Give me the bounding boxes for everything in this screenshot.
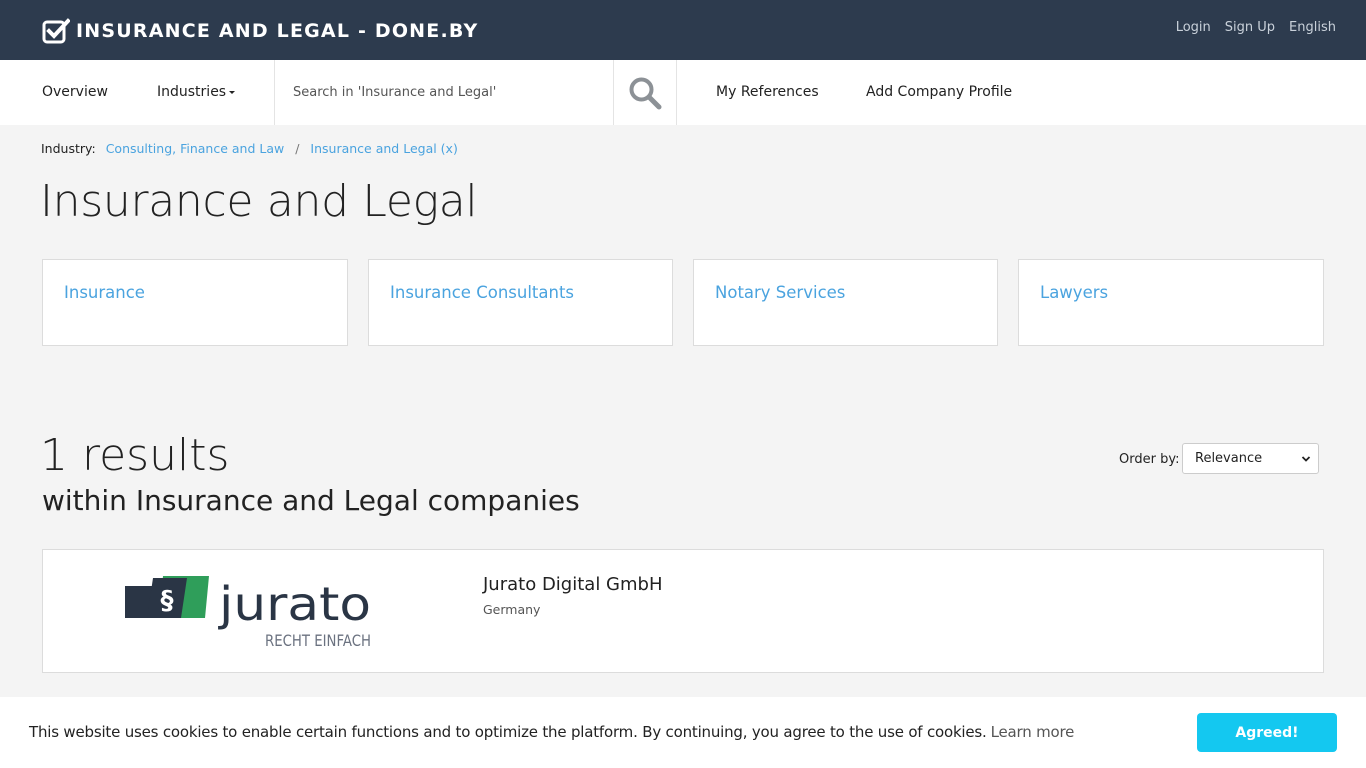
signup-link[interactable]: Sign Up bbox=[1225, 20, 1275, 35]
category-card-insurance[interactable]: Insurance bbox=[42, 259, 348, 346]
nav-industries-label: Industries bbox=[157, 84, 227, 100]
category-link[interactable]: Lawyers bbox=[1040, 283, 1108, 302]
results-count: 1 results bbox=[40, 430, 230, 481]
order-by-value: Relevance bbox=[1195, 451, 1263, 466]
cookie-banner: This website uses cookies to enable cert… bbox=[0, 697, 1366, 768]
cookie-learn-more-link[interactable]: Learn more bbox=[991, 723, 1075, 741]
language-link[interactable]: English bbox=[1289, 20, 1336, 35]
category-card-notary-services[interactable]: Notary Services bbox=[693, 259, 998, 346]
company-country: Germany bbox=[483, 602, 541, 617]
order-by-select[interactable]: Relevance bbox=[1182, 443, 1319, 474]
cookie-message: This website uses cookies to enable cert… bbox=[29, 723, 1074, 741]
nav-industries-dropdown[interactable]: Industries bbox=[157, 84, 236, 100]
category-card-insurance-consultants[interactable]: Insurance Consultants bbox=[368, 259, 673, 346]
category-card-lawyers[interactable]: Lawyers bbox=[1018, 259, 1324, 346]
page-title: Insurance and Legal bbox=[40, 176, 478, 227]
category-link[interactable]: Insurance bbox=[64, 283, 145, 302]
company-logo: § jurato RECHT EINFACH bbox=[125, 576, 371, 650]
search-container bbox=[274, 60, 614, 125]
breadcrumb: Industry: Consulting, Finance and Law / … bbox=[41, 141, 458, 156]
order-by-label: Order by: bbox=[1119, 452, 1180, 467]
breadcrumb-label: Industry: bbox=[41, 141, 96, 156]
brand-title: INSURANCE AND LEGAL - DONE.BY bbox=[76, 20, 479, 42]
nav-my-references[interactable]: My References bbox=[716, 84, 819, 100]
nav-add-company-profile[interactable]: Add Company Profile bbox=[866, 84, 1012, 100]
login-link[interactable]: Login bbox=[1176, 20, 1211, 35]
breadcrumb-item[interactable]: Insurance and Legal (x) bbox=[310, 141, 457, 156]
cookie-agree-button[interactable]: Agreed! bbox=[1197, 713, 1337, 752]
chevron-down-icon bbox=[1301, 456, 1311, 462]
company-name[interactable]: Jurato Digital GmbH bbox=[483, 574, 662, 595]
breadcrumb-item[interactable]: Consulting, Finance and Law bbox=[106, 141, 285, 156]
search-icon bbox=[629, 77, 662, 109]
brand[interactable]: INSURANCE AND LEGAL - DONE.BY bbox=[42, 18, 478, 44]
search-input[interactable] bbox=[275, 60, 613, 125]
cookie-text: This website uses cookies to enable cert… bbox=[29, 723, 987, 741]
logo-wordmark: jurato bbox=[218, 577, 371, 631]
top-bar: INSURANCE AND LEGAL - DONE.BY Login Sign… bbox=[0, 0, 1366, 60]
search-button[interactable] bbox=[614, 60, 677, 125]
checkbox-logo-icon bbox=[42, 18, 70, 44]
account-links: Login Sign Up English bbox=[1176, 20, 1336, 35]
logo-tagline: RECHT EINFACH bbox=[265, 631, 371, 650]
results-subtitle: within Insurance and Legal companies bbox=[42, 484, 580, 517]
result-card[interactable]: § jurato RECHT EINFACH Jurato Digital Gm… bbox=[42, 549, 1324, 673]
nav-overview[interactable]: Overview bbox=[42, 84, 108, 100]
caret-down-icon bbox=[229, 90, 236, 94]
main-nav: Overview Industries My References Add Co… bbox=[0, 60, 1366, 125]
category-link[interactable]: Notary Services bbox=[715, 283, 845, 302]
breadcrumb-separator: / bbox=[295, 141, 300, 156]
category-link[interactable]: Insurance Consultants bbox=[390, 283, 574, 302]
logo-symbol: § bbox=[161, 586, 174, 616]
